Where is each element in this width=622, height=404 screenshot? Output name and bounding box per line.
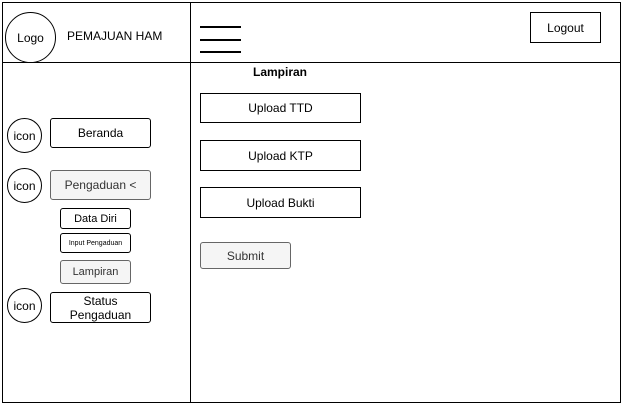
sidebar-icon-pengaduan: icon bbox=[7, 168, 42, 203]
submenu-lampiran[interactable]: Lampiran bbox=[60, 260, 131, 284]
icon-placeholder-text: icon bbox=[13, 128, 36, 143]
app-title: PEMAJUAN HAM bbox=[67, 29, 163, 43]
sidebar-item-status-pengaduan[interactable]: Status Pengaduan bbox=[50, 292, 151, 323]
sidebar-item-label: Beranda bbox=[77, 126, 124, 140]
sidebar-item-pengaduan[interactable]: Pengaduan < bbox=[50, 170, 151, 200]
upload-bukti-button[interactable]: Upload Bukti bbox=[200, 187, 361, 218]
hamburger-line bbox=[200, 26, 241, 28]
submenu-label: Input Pengaduan bbox=[68, 239, 123, 247]
icon-placeholder-text: icon bbox=[13, 298, 36, 313]
sidebar-item-label: Status Pengaduan bbox=[69, 293, 132, 322]
submenu-data-diri[interactable]: Data Diri bbox=[60, 208, 131, 229]
logout-button[interactable]: Logout bbox=[530, 12, 601, 43]
page-title: Lampiran bbox=[253, 65, 308, 79]
button-label: Upload TTD bbox=[248, 101, 313, 115]
submit-button[interactable]: Submit bbox=[200, 242, 291, 269]
upload-ktp-button[interactable]: Upload KTP bbox=[200, 140, 361, 171]
button-label: Upload KTP bbox=[248, 148, 313, 163]
button-label: Submit bbox=[226, 248, 265, 263]
upload-ttd-button[interactable]: Upload TTD bbox=[200, 93, 361, 123]
sidebar-item-beranda[interactable]: Beranda bbox=[50, 118, 151, 148]
hamburger-line bbox=[200, 39, 241, 41]
submenu-label: Data Diri bbox=[74, 212, 117, 225]
logout-label: Logout bbox=[547, 20, 584, 35]
logo: Logo bbox=[5, 12, 56, 63]
icon-placeholder-text: icon bbox=[13, 178, 36, 193]
hamburger-line bbox=[200, 51, 241, 53]
sidebar-icon-status: icon bbox=[7, 288, 42, 323]
sidebar-icon-beranda: icon bbox=[7, 118, 42, 153]
submenu-label: Lampiran bbox=[72, 266, 119, 278]
button-label: Upload Bukti bbox=[246, 195, 315, 210]
submenu-input-pengaduan[interactable]: Input Pengaduan bbox=[60, 233, 131, 253]
header-divider bbox=[2, 62, 621, 63]
sidebar-divider bbox=[190, 2, 191, 403]
logo-text: Logo bbox=[17, 30, 44, 45]
sidebar-item-label: Pengaduan < bbox=[64, 178, 137, 192]
